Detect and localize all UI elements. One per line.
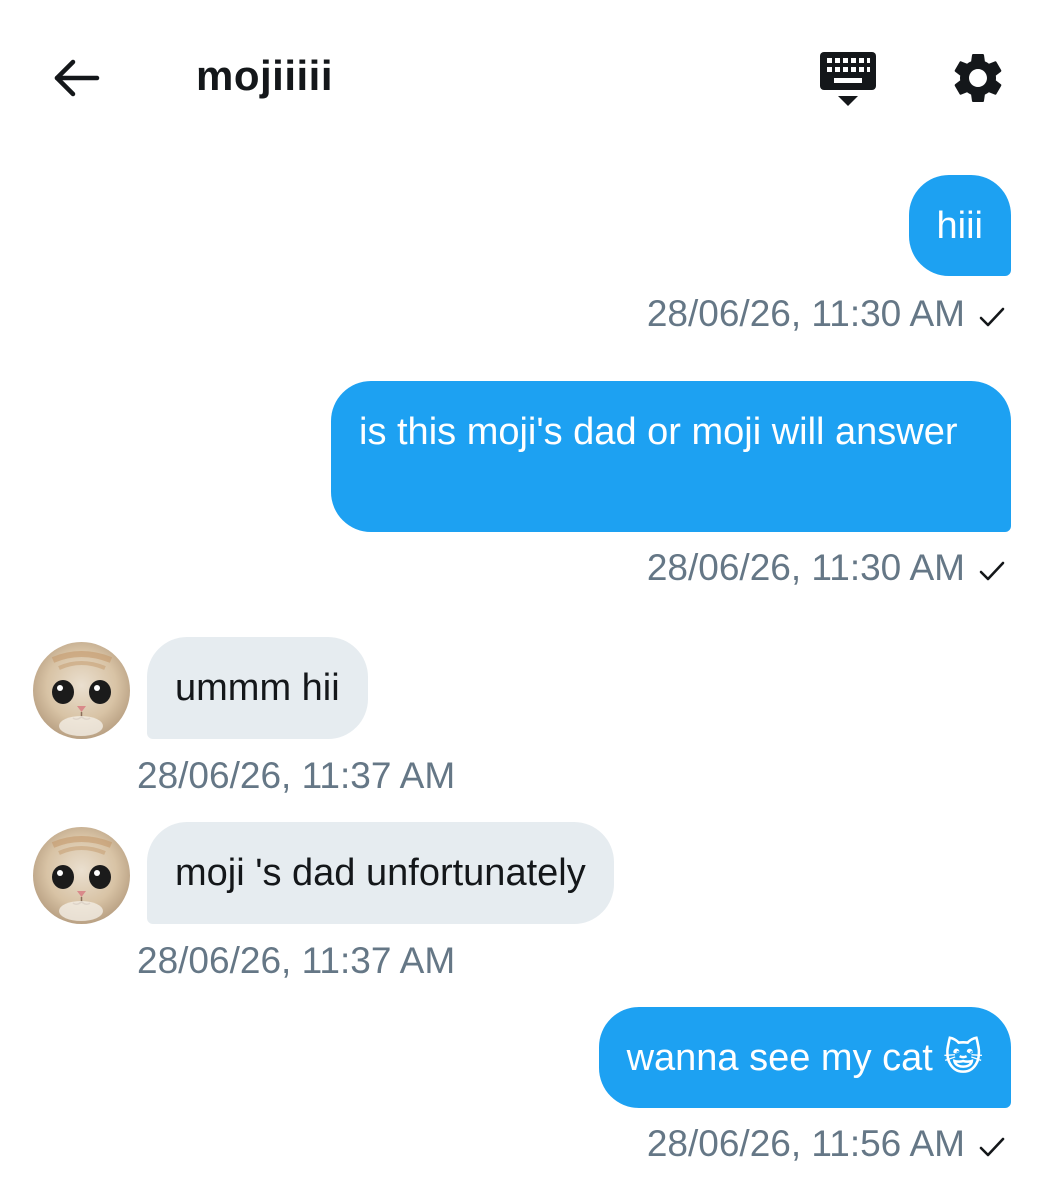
message-text: hiii <box>936 205 983 247</box>
message-meta: 28/06/26, 11:37 AM <box>137 754 455 798</box>
sent-check-icon <box>979 548 1005 592</box>
keyboard-button[interactable] <box>818 48 878 110</box>
avatar[interactable] <box>33 827 130 924</box>
message-bubble[interactable]: wanna see my cat 😺 <box>598 1007 1011 1108</box>
message-timestamp: 28/06/26, 11:37 AM <box>137 755 456 796</box>
back-button[interactable] <box>48 50 104 106</box>
message-meta: 28/06/26, 11:56 AM <box>647 1122 1005 1168</box>
message-text: wanna see my cat 😺 <box>626 1037 983 1079</box>
avatar[interactable] <box>33 642 130 739</box>
settings-button[interactable] <box>948 48 1008 108</box>
message-text: moji 's dad unfortunately <box>175 852 586 894</box>
message-timestamp: 28/06/26, 11:30 AM <box>646 293 965 334</box>
message-timestamp: 28/06/26, 11:37 AM <box>137 940 456 981</box>
message-meta: 28/06/26, 11:30 AM <box>647 292 1005 338</box>
conversation-title[interactable]: mojiiiii <box>196 50 333 102</box>
cat-avatar-image <box>33 827 130 924</box>
keyboard-icon <box>820 52 876 106</box>
gear-icon <box>954 53 1002 102</box>
message-bubble[interactable]: hiii <box>908 175 1011 276</box>
cat-avatar-image <box>33 642 130 739</box>
message-timestamp: 28/06/26, 11:56 AM <box>646 1123 965 1164</box>
message-bubble[interactable]: ummm hii <box>147 637 368 739</box>
arrow-left-icon <box>54 59 100 97</box>
message-text: is this moji's dad or moji will answer <box>359 411 958 453</box>
sent-check-icon <box>979 1124 1005 1168</box>
message-timestamp: 28/06/26, 11:30 AM <box>646 547 965 588</box>
sent-check-icon <box>979 294 1005 338</box>
message-bubble[interactable]: moji 's dad unfortunately <box>147 822 614 924</box>
message-meta: 28/06/26, 11:30 AM <box>647 546 1005 592</box>
message-meta: 28/06/26, 11:37 AM <box>137 939 455 983</box>
message-bubble[interactable]: is this moji's dad or moji will answer <box>331 381 1011 532</box>
conversation-header: mojiiiii <box>0 0 1043 150</box>
message-text: ummm hii <box>175 667 340 709</box>
